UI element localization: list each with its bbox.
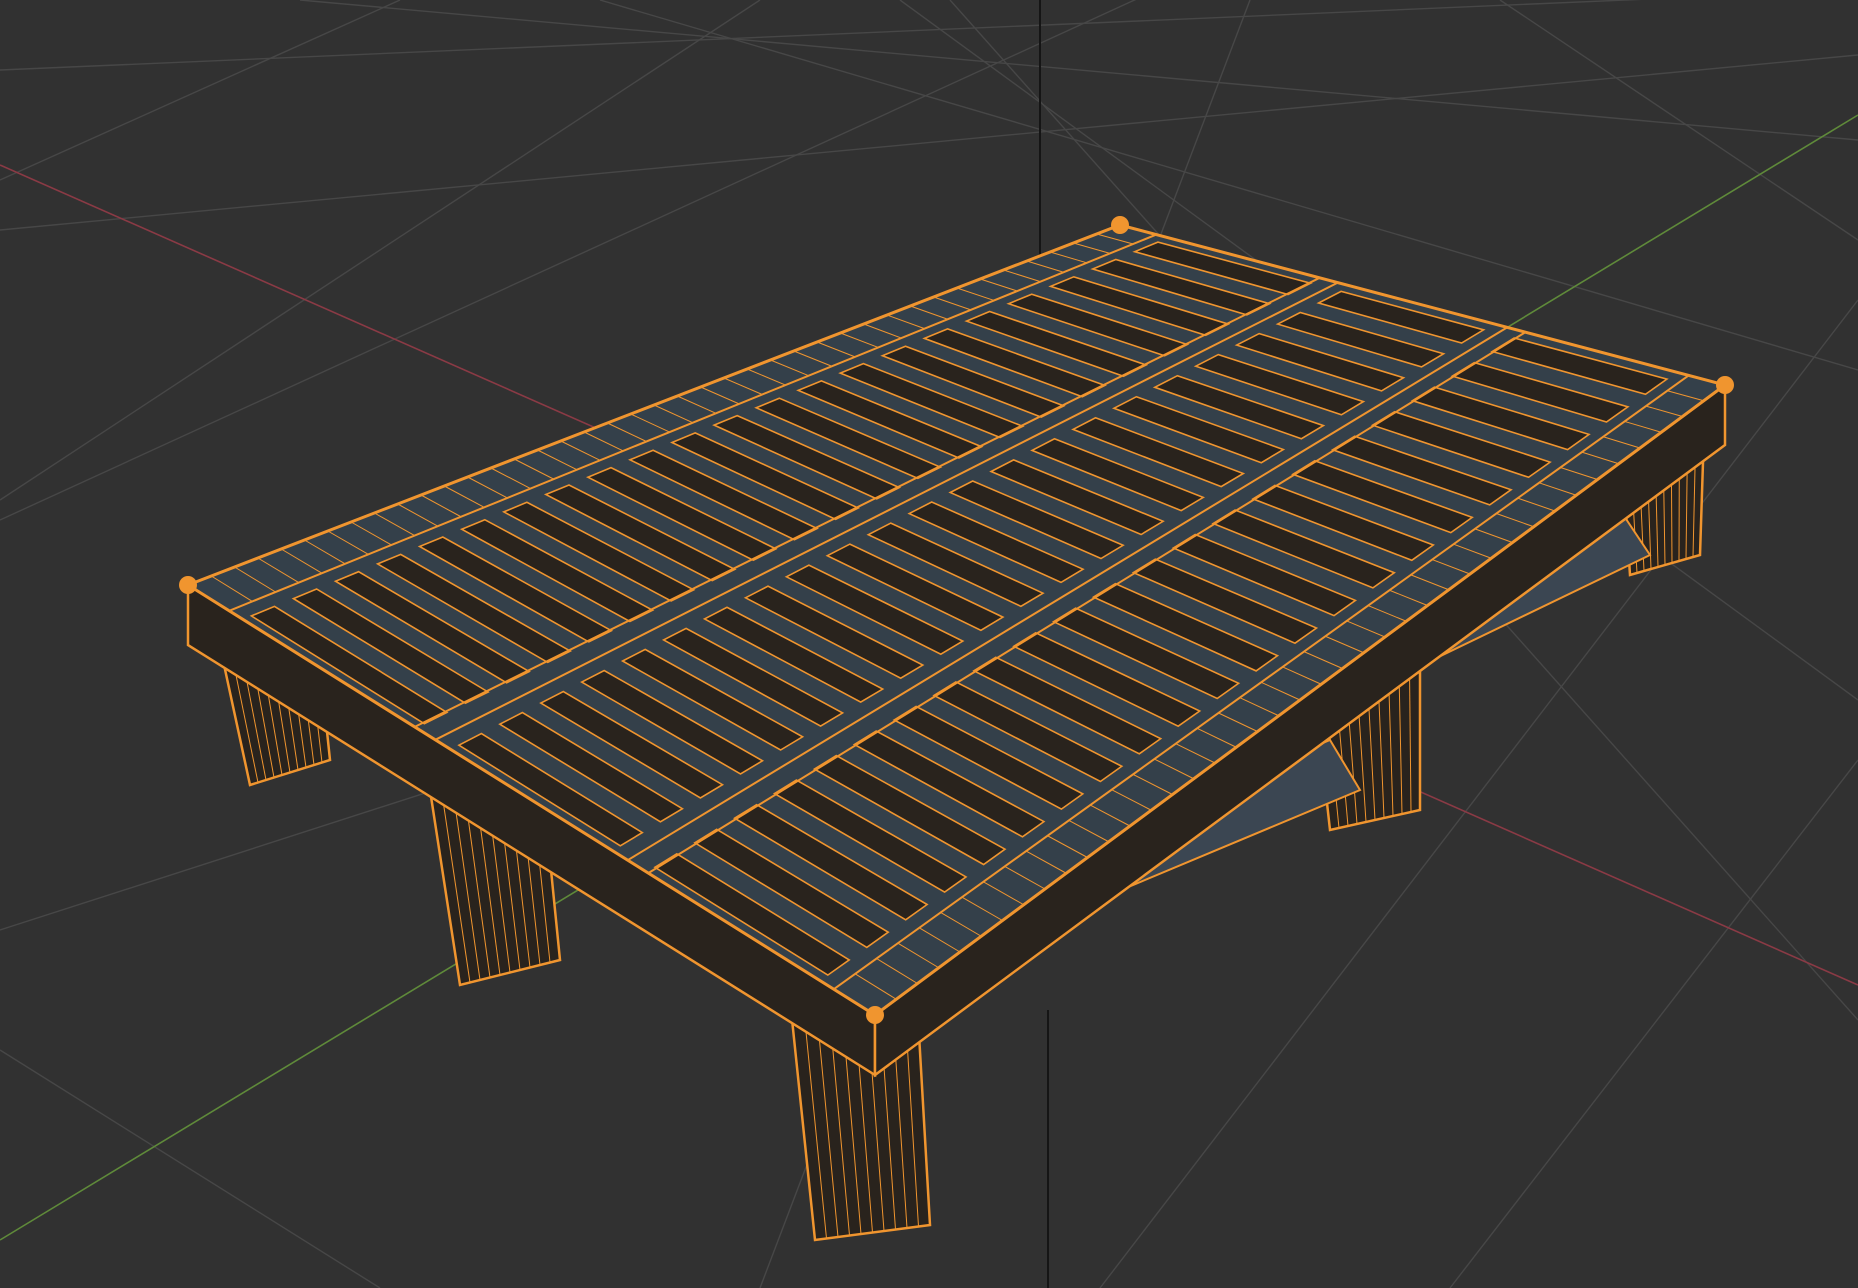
grid-line — [0, 0, 1643, 71]
deck-corner — [1716, 376, 1734, 394]
deck-corner — [1111, 216, 1129, 234]
grid-line — [0, 1049, 381, 1288]
grid-line — [299, 0, 1858, 141]
deck-corner — [866, 1006, 884, 1024]
viewport-canvas[interactable] — [0, 0, 1858, 1288]
grid-line — [1499, 0, 1858, 241]
deck-corner — [179, 576, 197, 594]
pallet-wireframe-mesh[interactable] — [179, 216, 1734, 1242]
grid-line — [0, 54, 1858, 231]
grid-line — [0, 0, 401, 181]
3d-viewport[interactable] — [0, 0, 1858, 1288]
grid-line — [1449, 759, 1858, 1288]
